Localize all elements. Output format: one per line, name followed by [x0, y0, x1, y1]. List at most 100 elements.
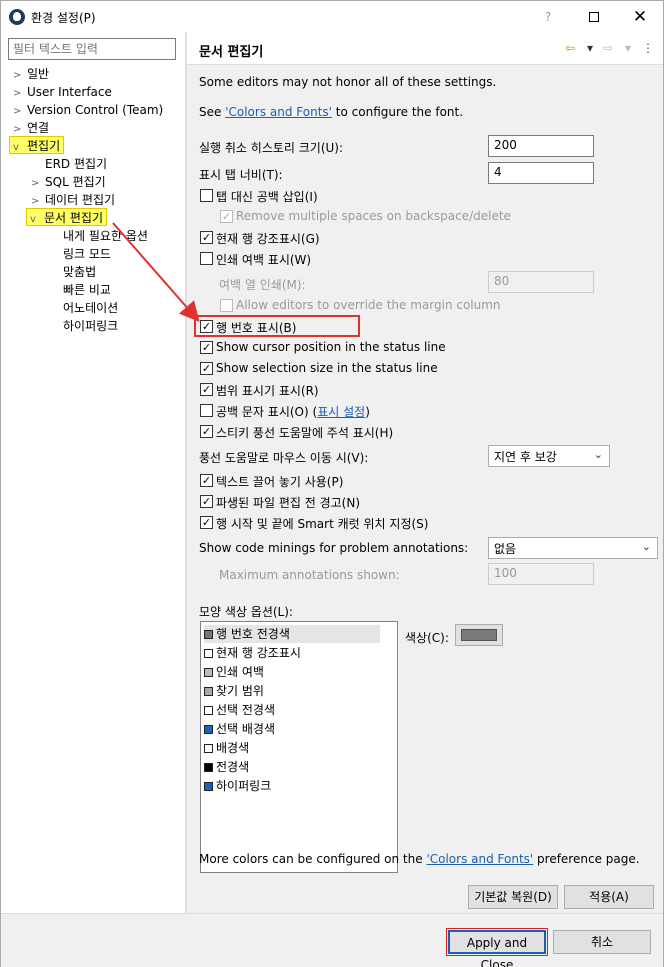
settings-note: Some editors may not honor all of these … [199, 75, 497, 89]
tree-item-label: 문서 편집기 [44, 211, 104, 225]
highlight-line-label: 현재 행 강조표시(G) [216, 232, 320, 246]
undo-history-field[interactable]: 200 [488, 135, 594, 157]
colors-and-fonts-pref-link[interactable]: 'Colors and Fonts' [426, 852, 533, 866]
code-minings-value: 없음 [494, 542, 517, 556]
tree-item-label: Version Control (Team) [27, 103, 164, 117]
range-indicator-checkbox[interactable]: ✓ [200, 383, 213, 396]
tree-item-spelling[interactable]: 맞춤법 [63, 263, 96, 281]
tab-width-field[interactable]: 4 [488, 162, 594, 184]
font-hint-suffix: to configure the font. [331, 105, 464, 119]
remove-spaces-checkbox[interactable]: ✓ [220, 210, 233, 223]
list-item[interactable]: 찾기 범위 [204, 682, 380, 700]
allow-override-checkbox[interactable] [220, 299, 233, 312]
close-button[interactable]: ✕ [617, 1, 663, 32]
page-title: 문서 편집기 [199, 45, 264, 60]
drag-drop-checkbox[interactable]: ✓ [200, 474, 213, 487]
tree-item-erd-editor[interactable]: ERD 편집기 [31, 155, 107, 173]
list-item[interactable]: 현재 행 강조표시 [204, 644, 380, 662]
settings-pane: 문서 편집기 ⇦ ▾ ⇨ ▾ ⋮ Some editors may not ho… [187, 32, 663, 913]
tree-item-accessibility[interactable]: 내게 필요한 옵션 [63, 227, 148, 245]
restore-defaults-button[interactable]: 기본값 복원(D) [468, 885, 558, 909]
tree-item-text-editors[interactable]: v 문서 편집기 [26, 208, 108, 229]
cancel-button[interactable]: 취소 [553, 930, 651, 954]
list-item-label: 하이퍼링크 [216, 779, 272, 793]
apply-button[interactable]: 적용(A) [564, 885, 654, 909]
list-item[interactable]: 선택 전경색 [204, 701, 380, 719]
whitespace-checkbox[interactable] [200, 404, 213, 417]
font-hint: See 'Colors and Fonts' to configure the … [199, 105, 463, 119]
tree-item-data-editor[interactable]: > 데이터 편집기 [31, 191, 115, 209]
back-arrow-icon[interactable]: ⇦ [565, 41, 575, 55]
apply-and-close-button[interactable]: Apply and Close [446, 928, 548, 967]
tree-item-linked-mode[interactable]: 링크 모드 [63, 245, 111, 263]
more-colors-suffix: preference page. [533, 852, 640, 866]
color-swatch [204, 630, 213, 639]
tree-item-sql-editor[interactable]: > SQL 편집기 [31, 173, 106, 191]
list-item-label: 선택 전경색 [216, 703, 276, 717]
colors-and-fonts-link[interactable]: 'Colors and Fonts' [225, 105, 332, 119]
page-header: 문서 편집기 ⇦ ▾ ⇨ ▾ ⋮ [187, 32, 663, 65]
help-button[interactable]: ? [525, 1, 571, 32]
tree-item-user-interface[interactable]: > User Interface [13, 83, 112, 101]
chevron-down-icon: ⌄ [593, 448, 603, 461]
forward-arrow-icon[interactable]: ⇨ [603, 41, 613, 55]
appearance-color-list[interactable]: 행 번호 전경색 현재 행 강조표시 인쇄 여백 찾기 범위 선택 전경색 선택… [200, 621, 398, 873]
preference-tree-pane: >일반 >User Interface >Version Control (Te… [1, 32, 185, 913]
whitespace-link-close: ) [365, 405, 370, 419]
max-annotations-field[interactable]: 100 [488, 563, 594, 585]
print-margin-column-label: 여백 열 인쇄(M): [219, 278, 306, 292]
list-item-label: 행 번호 전경색 [216, 627, 290, 641]
list-item-label: 현재 행 강조표시 [216, 646, 301, 660]
color-picker-button[interactable] [455, 624, 503, 646]
filter-input[interactable] [8, 38, 176, 60]
sticky-hover-checkbox[interactable]: ✓ [200, 425, 213, 438]
list-item-label: 전경색 [216, 760, 250, 774]
selection-size-checkbox[interactable]: ✓ [200, 362, 213, 375]
list-item[interactable]: 행 번호 전경색 [204, 625, 380, 643]
derived-warning-checkbox[interactable]: ✓ [200, 495, 213, 508]
derived-warning-label: 파생된 파일 편집 전 경고(N) [216, 496, 360, 510]
forward-menu-chevron-icon[interactable]: ▾ [625, 41, 631, 55]
chevron-down-icon[interactable]: v [13, 139, 27, 157]
print-margin-column-field[interactable]: 80 [488, 271, 594, 293]
cursor-position-checkbox[interactable]: ✓ [200, 341, 213, 354]
list-item[interactable]: 하이퍼링크 [204, 777, 380, 795]
tree-item-version-control[interactable]: > Version Control (Team) [13, 101, 163, 119]
back-menu-chevron-icon[interactable]: ▾ [587, 41, 593, 55]
tree-item-label: 링크 모드 [63, 247, 111, 261]
title-bar: 환경 설정(P) ? ✕ [1, 1, 663, 32]
highlight-line-checkbox[interactable]: ✓ [200, 231, 213, 244]
tree-item-quick-diff[interactable]: 빠른 비교 [63, 281, 111, 299]
color-preview [461, 629, 497, 641]
tree-item-general[interactable]: > 일반 [13, 65, 49, 83]
appearance-colors-label: 모양 색상 옵션(L): [199, 605, 293, 619]
list-item[interactable]: 전경색 [204, 758, 380, 776]
smart-caret-checkbox[interactable]: ✓ [200, 516, 213, 529]
view-menu-icon[interactable]: ⋮ [642, 41, 654, 55]
allow-override-label: Allow editors to override the margin col… [236, 298, 501, 312]
tree-item-editors[interactable]: v 편집기 [9, 136, 65, 157]
list-item-label: 배경색 [216, 741, 250, 755]
list-item[interactable]: 선택 배경색 [204, 720, 380, 738]
tree-item-hyperlinking[interactable]: 하이퍼링크 [63, 317, 118, 335]
app-icon [9, 9, 25, 25]
hover-behavior-select[interactable]: 지연 후 보강 ⌄ [488, 445, 610, 467]
list-item[interactable]: 배경색 [204, 739, 380, 757]
tree-item-connection[interactable]: > 연결 [13, 119, 49, 137]
color-swatch [204, 782, 213, 791]
list-item[interactable]: 인쇄 여백 [204, 663, 380, 681]
color-swatch [204, 744, 213, 753]
chevron-down-icon[interactable]: v [30, 211, 44, 229]
color-swatch [204, 687, 213, 696]
tree-item-label: 내게 필요한 옵션 [63, 229, 148, 243]
drag-drop-label: 텍스트 끌어 놓기 사용(P) [216, 475, 344, 489]
cursor-position-label: Show cursor position in the status line [216, 340, 446, 354]
print-margin-checkbox[interactable] [200, 252, 213, 265]
whitespace-settings-link[interactable]: 표시 설정 [317, 405, 365, 419]
code-minings-select[interactable]: 없음 ⌄ [488, 537, 658, 559]
hover-behavior-label: 풍선 도움말로 마우스 이동 시(V): [199, 451, 369, 465]
maximize-button[interactable] [571, 1, 617, 32]
insert-spaces-checkbox[interactable] [200, 189, 213, 202]
tree-item-annotations[interactable]: 어노테이션 [63, 299, 118, 317]
color-swatch [204, 706, 213, 715]
